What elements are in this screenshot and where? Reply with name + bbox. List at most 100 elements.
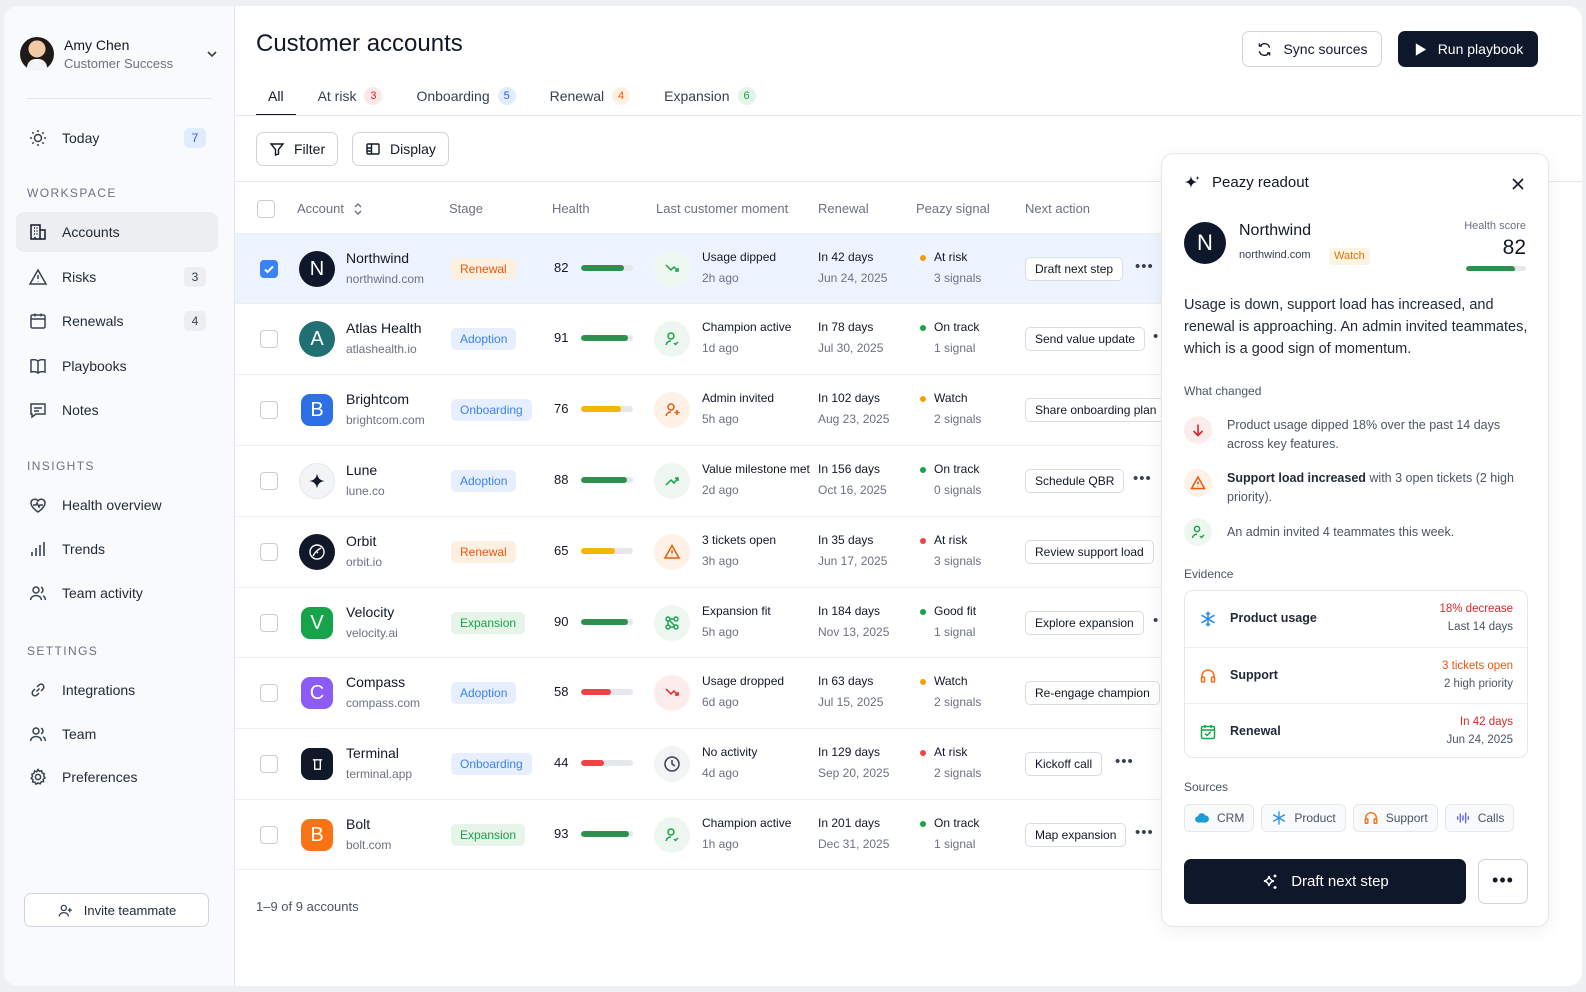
row-checkbox[interactable] <box>260 826 278 844</box>
renewal-date: Nov 13, 2025 <box>818 625 890 639</box>
sidebar-item-risks[interactable]: Risks 3 <box>16 257 218 297</box>
draft-next-step-button[interactable]: Draft next step <box>1184 859 1466 904</box>
source-chip-product[interactable]: Product <box>1261 804 1346 832</box>
select-all-checkbox[interactable] <box>257 200 275 218</box>
table-row[interactable]: B Brightcom brightcom.com Onboarding 76 … <box>235 374 1167 445</box>
table-row[interactable]: N Northwind northwind.com Renewal 82 Usa… <box>235 233 1165 304</box>
filter-button[interactable]: Filter <box>256 132 339 166</box>
run-playbook-button[interactable]: Run playbook <box>1398 31 1538 67</box>
signal-count: 1 signal <box>934 625 976 639</box>
sidebar-item-preferences[interactable]: Preferences <box>16 757 218 797</box>
table-row[interactable]: Orbit orbit.io Renewal 65 3 tickets open… <box>235 516 1165 587</box>
row-checkbox[interactable] <box>260 755 278 773</box>
invite-teammate-button[interactable]: Invite teammate <box>24 893 209 927</box>
sidebar-item-accounts[interactable]: Accounts <box>16 212 218 252</box>
evidence-row[interactable]: Support 3 tickets open 2 high priority <box>1185 647 1527 703</box>
sidebar-item-team[interactable]: Team <box>16 714 218 754</box>
sidebar-item-trends[interactable]: Trends <box>16 529 218 569</box>
next-action-button[interactable]: Send value update <box>1025 327 1146 351</box>
account-name[interactable]: Atlas Health <box>346 320 421 336</box>
sidebar-item-label: Team activity <box>62 585 143 601</box>
table-row[interactable]: B Bolt bolt.com Expansion 93 Champion ac… <box>235 799 1165 870</box>
account-name[interactable]: Velocity <box>346 604 394 620</box>
row-checkbox[interactable] <box>260 330 278 348</box>
more-icon[interactable]: ••• <box>1135 258 1154 275</box>
account-name[interactable]: Terminal <box>346 745 399 761</box>
more-options-button[interactable]: ••• <box>1478 859 1528 904</box>
table-row[interactable]: A Atlas Health atlashealth.io Adoption 9… <box>235 303 1165 374</box>
sidebar-item-playbooks[interactable]: Playbooks <box>16 346 218 386</box>
health-score: 58 <box>554 684 569 699</box>
next-action-button[interactable]: Review support load <box>1025 540 1154 564</box>
more-icon[interactable]: ••• <box>1115 753 1134 770</box>
account-name[interactable]: Bolt <box>346 816 370 832</box>
sidebar-item-integrations[interactable]: Integrations <box>16 670 218 710</box>
next-action-button[interactable]: Map expansion <box>1025 823 1127 847</box>
account-logo <box>301 748 333 780</box>
signal-count: 2 signals <box>934 412 982 426</box>
moment-time: 4d ago <box>702 766 739 780</box>
tab-at-risk[interactable]: At risk 3 <box>306 76 395 116</box>
sidebar-item-label: Integrations <box>62 682 136 698</box>
sidebar-item-renewals[interactable]: Renewals 4 <box>16 301 218 341</box>
row-checkbox[interactable] <box>260 614 278 632</box>
account-name[interactable]: Lune <box>346 462 377 478</box>
building-icon <box>30 224 46 240</box>
next-action-button[interactable]: Kickoff call <box>1025 752 1103 776</box>
moment-title: Value milestone met <box>702 462 810 476</box>
next-action-button[interactable]: Explore expansion <box>1025 611 1144 635</box>
account-name[interactable]: Northwind <box>346 250 409 266</box>
display-button[interactable]: Display <box>352 132 449 166</box>
health-bar <box>581 335 633 341</box>
chevron-down-icon[interactable] <box>204 46 220 62</box>
tab-renewal[interactable]: Renewal 4 <box>538 76 642 116</box>
close-icon[interactable] <box>1510 176 1526 192</box>
evidence-row[interactable]: Product usage 18% decrease Last 14 days <box>1185 591 1527 647</box>
account-domain: lune.co <box>346 484 385 498</box>
tab-all[interactable]: All <box>256 76 296 116</box>
user-profile[interactable]: Amy Chen Customer Success <box>20 32 220 76</box>
next-action-button[interactable]: Share onboarding plan <box>1025 398 1167 422</box>
tab-expansion[interactable]: Expansion 6 <box>652 76 767 116</box>
tab-onboarding[interactable]: Onboarding 5 <box>404 76 527 116</box>
row-checkbox[interactable] <box>260 472 278 490</box>
more-icon[interactable]: ••• <box>1133 470 1152 487</box>
source-chip-support[interactable]: Support <box>1352 804 1438 832</box>
sync-sources-button[interactable]: Sync sources <box>1242 31 1382 67</box>
signal-status: On track <box>934 462 980 476</box>
trend-down-icon <box>654 675 690 711</box>
sidebar-item-health-overview[interactable]: Health overview <box>16 485 218 525</box>
table-row[interactable]: C Compass compass.com Adoption 58 Usage … <box>235 657 1165 728</box>
next-action-button[interactable]: Draft next step <box>1025 257 1124 281</box>
change-text: Product usage dipped 18% over the past 1… <box>1227 418 1501 451</box>
more-icon[interactable]: • <box>1153 612 1159 629</box>
sidebar-item-today[interactable]: Today 7 <box>16 118 218 158</box>
account-name[interactable]: Brightcom <box>346 391 409 407</box>
more-icon[interactable]: ••• <box>1135 824 1154 841</box>
more-icon[interactable]: • <box>1153 328 1159 345</box>
column-header-stage[interactable]: Stage <box>449 201 483 216</box>
next-action-button[interactable]: Re-engage champion <box>1025 681 1160 705</box>
source-chip-crm[interactable]: CRM <box>1184 804 1255 832</box>
next-action-button[interactable]: Schedule QBR <box>1025 469 1125 493</box>
column-header-signal[interactable]: Peazy signal <box>916 201 990 216</box>
column-header-last-moment[interactable]: Last customer moment <box>656 201 788 216</box>
row-checkbox[interactable] <box>260 401 278 419</box>
sidebar-item-notes[interactable]: Notes <box>16 390 218 430</box>
column-header-account[interactable]: Account <box>297 201 364 216</box>
account-name[interactable]: Compass <box>346 674 405 690</box>
column-header-renewal[interactable]: Renewal <box>818 201 869 216</box>
status-badge: Watch <box>1329 248 1370 265</box>
sidebar-item-team-activity[interactable]: Team activity <box>16 573 218 613</box>
row-checkbox[interactable] <box>260 684 278 702</box>
column-header-next-action[interactable]: Next action <box>1025 201 1090 216</box>
row-checkbox[interactable] <box>260 260 278 278</box>
account-name[interactable]: Orbit <box>346 533 376 549</box>
table-row[interactable]: Terminal terminal.app Onboarding 44 No a… <box>235 728 1165 799</box>
column-header-health[interactable]: Health <box>552 201 590 216</box>
table-row[interactable]: Lune lune.co Adoption 88 Value milestone… <box>235 445 1165 516</box>
table-row[interactable]: V Velocity velocity.ai Expansion 90 Expa… <box>235 587 1165 658</box>
source-chip-calls[interactable]: Calls <box>1444 804 1515 832</box>
row-checkbox[interactable] <box>260 543 278 561</box>
evidence-row[interactable]: Renewal In 42 days Jun 24, 2025 <box>1185 703 1527 759</box>
